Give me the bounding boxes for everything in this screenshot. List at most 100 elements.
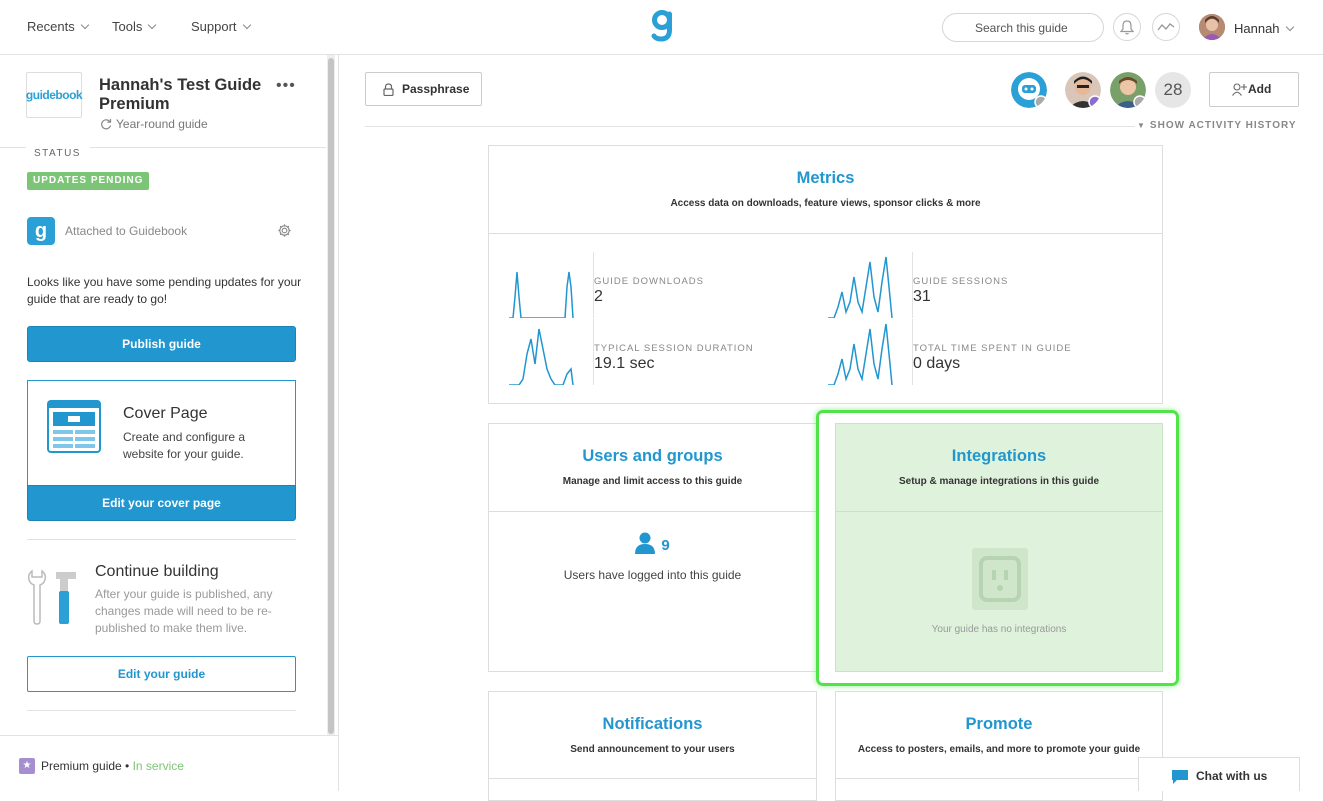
separator: • [125, 759, 130, 773]
search-input[interactable] [942, 13, 1104, 42]
activity-icon [1157, 23, 1175, 31]
add-user-icon [1232, 83, 1247, 96]
nav-tools[interactable]: Tools [112, 19, 157, 34]
users-subtitle: Manage and limit access to this guide [562, 476, 743, 487]
activity-button[interactable] [1152, 13, 1180, 41]
metrics-card[interactable]: Metrics Access data on downloads, featur… [488, 145, 1163, 404]
metric-typical-session-duration: TYPICAL SESSION DURATION 19.1 sec [509, 319, 809, 386]
edit-cover-page-button[interactable]: Edit your cover page [27, 485, 296, 521]
sidebar: guidebook Hannah's Test Guide Premium ••… [0, 55, 339, 791]
metric-label: GUIDE SESSIONS [913, 276, 1009, 287]
cover-page-desc: Create and configure a website for your … [123, 430, 246, 461]
guide-type: Year-round guide [100, 117, 208, 131]
premium-star-icon: ★ [19, 758, 35, 774]
caret-down-icon: ▼ [1137, 121, 1146, 130]
metric-guide-downloads: GUIDE DOWNLOADS 2 [509, 252, 809, 319]
chat-with-us-button[interactable]: Chat with us [1138, 757, 1300, 791]
nav-recents-label: Recents [27, 19, 75, 34]
notifications-button[interactable] [1113, 13, 1141, 41]
chevron-down-icon [148, 20, 157, 30]
pending-updates-text: Looks like you have some pending updates… [27, 275, 302, 306]
collaborator-count[interactable]: 28 [1155, 72, 1191, 108]
collaborator-avatar[interactable] [1011, 72, 1047, 108]
scrollbar-thumb[interactable] [328, 58, 334, 734]
promote-header: Promote Access to posters, emails, and m… [836, 692, 1162, 779]
divider [27, 539, 296, 540]
sidebar-scrollbar[interactable] [327, 55, 335, 735]
chevron-down-icon [80, 20, 89, 30]
collaborator-avatar[interactable] [1110, 72, 1146, 108]
service-status: In service [132, 759, 184, 773]
cover-page-icon [47, 400, 101, 453]
continue-building-desc: After your guide is published, any chang… [95, 587, 273, 635]
chevron-down-icon [1285, 22, 1294, 32]
promote-subtitle: Access to posters, emails, and more to p… [857, 744, 1141, 755]
integrations-highlight [816, 410, 1179, 686]
metric-value: 19.1 sec [594, 355, 655, 372]
user-name: Hannah [1234, 21, 1280, 36]
chevron-down-icon [242, 20, 251, 30]
guidebook-logo-icon[interactable] [650, 8, 676, 44]
metrics-header: Metrics Access data on downloads, featur… [489, 146, 1162, 234]
edit-guide-button[interactable]: Edit your guide [27, 656, 296, 692]
metric-value: 2 [594, 288, 603, 305]
main-content: Passphrase 28 Add ▼ SHOW ACTIVITY HISTOR… [339, 55, 1323, 801]
robot-avatar-icon [1011, 72, 1047, 108]
sparkline-icon [509, 271, 574, 319]
collaborator-avatar[interactable] [1065, 72, 1101, 108]
guide-logo-text: guidebook [25, 88, 83, 102]
metrics-title: Metrics [796, 169, 855, 187]
publish-guide-button[interactable]: Publish guide [27, 326, 296, 362]
user-avatar[interactable] [1199, 14, 1225, 40]
notifications-card[interactable]: Notifications Send announcement to your … [488, 691, 817, 801]
nav-support[interactable]: Support [191, 19, 251, 34]
status-badge: UPDATES PENDING [27, 172, 150, 190]
users-count-text: Users have logged into this guide [563, 568, 742, 582]
metric-value: 0 days [913, 355, 961, 372]
promote-title: Promote [965, 715, 1033, 733]
user-icon [635, 532, 656, 554]
user-menu[interactable]: Hannah [1234, 21, 1294, 36]
activity-history-label: SHOW ACTIVITY HISTORY [1149, 120, 1297, 131]
person-avatar-icon [1110, 72, 1146, 108]
guidebook-g-icon: g [27, 217, 55, 245]
guide-logo[interactable]: guidebook [25, 72, 83, 118]
cover-page-card: Cover Page Create and configure a websit… [27, 380, 296, 486]
passphrase-label: Passphrase [402, 82, 470, 96]
sparkline-icon [828, 256, 893, 319]
metric-total-time-spent: TOTAL TIME SPENT IN GUIDE 0 days [828, 319, 1128, 386]
sparkline-icon [509, 328, 574, 386]
show-activity-history[interactable]: ▼ SHOW ACTIVITY HISTORY [1137, 120, 1297, 131]
add-collaborator-button[interactable]: Add [1209, 72, 1299, 107]
metric-label: TYPICAL SESSION DURATION [594, 343, 754, 354]
passphrase-button[interactable]: Passphrase [365, 72, 482, 106]
refresh-icon [101, 119, 112, 130]
chat-bubble-icon [1172, 770, 1188, 784]
notifications-header: Notifications Send announcement to your … [489, 692, 816, 779]
metric-label: TOTAL TIME SPENT IN GUIDE [913, 343, 1072, 354]
plan-status: Premium guide • In service [41, 759, 184, 773]
users-title: Users and groups [582, 447, 723, 465]
divider [27, 710, 296, 711]
more-options-icon[interactable]: ••• [276, 77, 296, 95]
users-groups-card[interactable]: Users and groups Manage and limit access… [488, 423, 817, 672]
continue-building-title: Continue building [95, 563, 219, 580]
divider [0, 147, 26, 148]
users-header: Users and groups Manage and limit access… [489, 424, 816, 512]
notifications-subtitle: Send announcement to your users [570, 744, 735, 755]
person-avatar-icon [1065, 72, 1101, 108]
promote-card[interactable]: Promote Access to posters, emails, and m… [835, 691, 1163, 801]
metric-label: GUIDE DOWNLOADS [594, 276, 705, 287]
sidebar-footer: ★ Premium guide • In service [0, 735, 338, 791]
users-count: 9 [661, 537, 670, 554]
nav-recents[interactable]: Recents [27, 19, 89, 34]
status-label: STATUS [34, 148, 81, 159]
metric-guide-sessions: GUIDE SESSIONS 31 [828, 252, 1128, 319]
chat-label: Chat with us [1196, 769, 1268, 783]
divider [365, 126, 1135, 127]
nav-tools-label: Tools [112, 19, 143, 34]
gear-icon[interactable] [277, 223, 292, 238]
users-count-row: 9 [489, 532, 816, 555]
nav-support-label: Support [191, 19, 237, 34]
bell-icon [1120, 19, 1134, 34]
